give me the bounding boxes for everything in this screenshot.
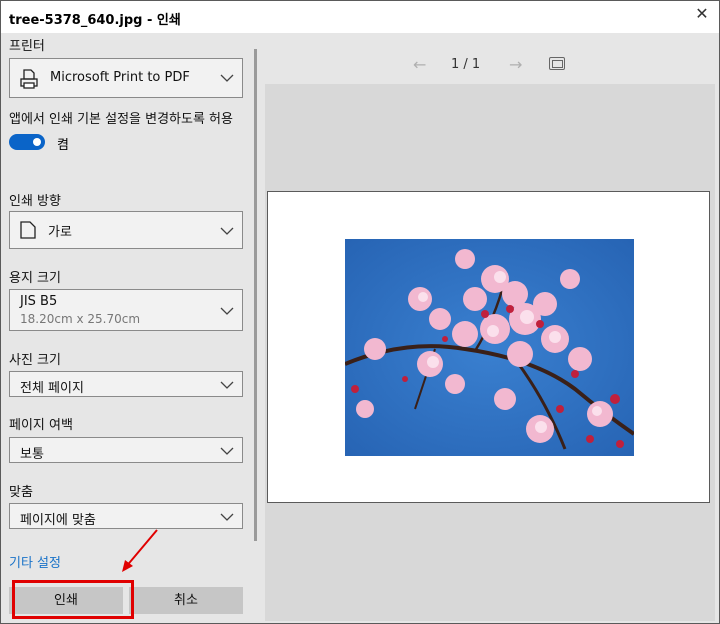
toggle-state-label: 켬 <box>57 138 69 153</box>
preview-photo <box>345 239 634 456</box>
arrow-right-icon[interactable]: → <box>509 55 522 74</box>
chevron-down-icon <box>220 307 234 315</box>
cherry-blossom-image <box>345 239 634 456</box>
more-settings-link[interactable]: 기타 설정 <box>9 552 61 571</box>
window-title: tree-5378_640.jpg - 인쇄 <box>9 13 181 28</box>
fit-value: 페이지에 맞춤 <box>20 513 96 528</box>
printer-icon <box>20 69 38 89</box>
orientation-label: 인쇄 방향 <box>9 194 61 209</box>
paper-size-value: JIS B5 <box>20 294 58 309</box>
app-settings-label: 앱에서 인쇄 기본 설정을 변경하도록 허용 <box>9 112 233 127</box>
chevron-down-icon <box>220 447 234 455</box>
orientation-select[interactable]: 가로 <box>9 211 243 249</box>
printer-select[interactable]: Microsoft Print to PDF <box>9 58 243 98</box>
margins-select[interactable]: 보통 <box>9 437 243 463</box>
paper-size-select[interactable]: JIS B5 18.20cm x 25.70cm <box>9 289 243 331</box>
photo-size-select[interactable]: 전체 페이지 <box>9 371 243 397</box>
photo-size-label: 사진 크기 <box>9 353 61 368</box>
arrow-left-icon[interactable]: ← <box>413 55 426 74</box>
toggle-knob <box>33 138 41 146</box>
page-indicator: 1 / 1 <box>451 57 481 72</box>
photo-size-value: 전체 페이지 <box>20 381 84 396</box>
chevron-down-icon <box>220 381 234 389</box>
print-dialog: tree-5378_640.jpg - 인쇄 ✕ 프린터 Microsoft P… <box>0 0 720 624</box>
margins-label: 페이지 여백 <box>9 418 73 433</box>
fit-label: 맞춤 <box>9 485 33 500</box>
paper-size-label: 용지 크기 <box>9 271 61 286</box>
app-settings-toggle[interactable] <box>9 134 45 150</box>
annotation-arrow-icon <box>122 529 158 572</box>
annotation-highlight-box <box>12 580 134 619</box>
orientation-value: 가로 <box>48 225 72 240</box>
title-bar: tree-5378_640.jpg - 인쇄 ✕ <box>1 1 719 33</box>
chevron-down-icon <box>220 227 234 235</box>
chevron-down-icon <box>220 513 234 521</box>
margins-value: 보통 <box>20 447 44 462</box>
cancel-button[interactable]: 취소 <box>129 587 243 614</box>
page-orientation-icon <box>20 221 36 239</box>
fit-select[interactable]: 페이지에 맞춤 <box>9 503 243 529</box>
chevron-down-icon <box>220 74 234 82</box>
pane-splitter[interactable] <box>254 49 257 541</box>
fit-page-icon[interactable] <box>549 57 565 70</box>
printer-value: Microsoft Print to PDF <box>50 70 190 85</box>
printer-label: 프린터 <box>9 39 45 54</box>
close-icon[interactable]: ✕ <box>691 3 713 25</box>
paper-size-dimensions: 18.20cm x 25.70cm <box>20 312 141 326</box>
